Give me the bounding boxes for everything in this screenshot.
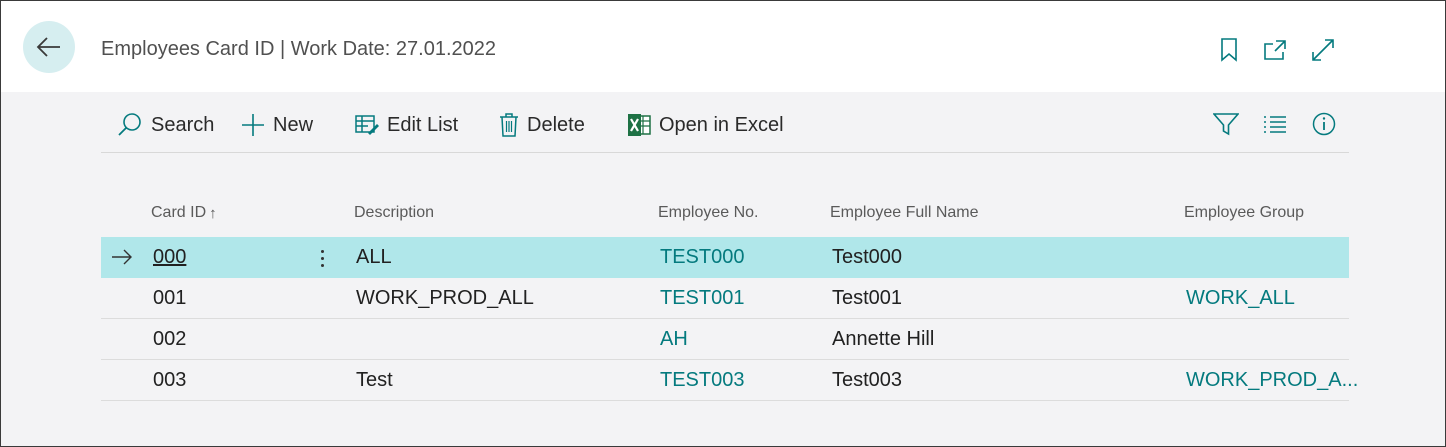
cell-employee-no[interactable]: AH [660,319,688,360]
plus-icon [242,114,264,136]
cell-employee-group[interactable]: WORK_ALL [1186,278,1295,319]
page-header: Employees Card ID | Work Date: 27.01.202… [1,1,1445,92]
back-arrow-icon [36,37,60,57]
expand-button[interactable] [1311,37,1335,63]
table-row[interactable]: 000 ALL TEST000 Test000 [101,237,1349,278]
search-icon [118,113,141,136]
open-in-excel-label: Open in Excel [659,113,784,136]
cell-employee-no[interactable]: TEST000 [660,237,744,278]
open-in-excel-action[interactable]: Open in Excel [627,110,784,140]
more-vertical-icon[interactable] [311,246,333,270]
cell-card-id[interactable]: 000 [153,237,186,278]
cell-employee-full-name: Test000 [832,246,903,268]
info-icon [1312,112,1336,136]
table-row[interactable]: 001 WORK_PROD_ALL TEST001 Test001 WORK_A… [101,278,1349,319]
expand-icon [1312,39,1334,61]
cell-card-id-text: 000 [153,246,187,268]
action-bar: Search New Edit List Delete Open in Exce… [101,97,1349,153]
new-label: New [273,113,314,136]
back-button[interactable] [23,21,75,73]
table-row[interactable]: 002 AH Annette Hill [101,319,1349,360]
cell-description: ALL [356,246,392,268]
cell-card-id[interactable]: 002 [153,319,186,360]
cell-employee-full-name: Test003 [832,369,903,391]
column-header-description[interactable]: Description [354,204,434,222]
new-action[interactable]: New [241,110,313,140]
edit-list-action[interactable]: Edit List [355,110,458,140]
info-button[interactable] [1310,110,1338,138]
column-header-card-id[interactable]: Card ID ↑ [151,204,217,222]
search-label: Search [151,113,215,136]
search-action[interactable]: Search [117,110,214,140]
cell-employee-no[interactable]: TEST003 [660,360,744,401]
bookmark-icon [1221,38,1237,62]
cell-employee-full-name: Annette Hill [832,328,935,350]
filter-button[interactable] [1212,110,1240,138]
page-title: Employees Card ID | Work Date: 27.01.202… [101,38,497,60]
filter-icon [1213,113,1239,136]
cell-card-id[interactable]: 003 [153,360,186,401]
cell-employee-no[interactable]: TEST001 [660,278,744,319]
column-header-card-id-label: Card ID [151,204,207,221]
page-frame: Employees Card ID | Work Date: 27.01.202… [0,0,1446,447]
data-grid: 000 ALL TEST000 Test000 001 WORK_PROD_AL… [101,237,1358,401]
column-header-employee-no[interactable]: Employee No. [658,204,759,222]
column-header-employee-group[interactable]: Employee Group [1184,204,1304,222]
cell-description: Test [356,369,393,391]
cell-employee-group[interactable]: WORK_PROD_A... [1186,360,1358,401]
sort-ascending-icon: ↑ [209,204,217,222]
table-row[interactable]: 003 Test TEST003 Test003 WORK_PROD_A... [101,360,1358,401]
open-new-window-button[interactable] [1263,37,1287,63]
cell-card-id[interactable]: 001 [153,278,186,319]
edit-list-icon [355,115,379,135]
column-header-employee-full-name[interactable]: Employee Full Name [830,204,979,222]
excel-icon [628,114,651,136]
delete-action[interactable]: Delete [499,110,585,140]
cell-employee-full-name: Test001 [832,287,903,309]
edit-list-label: Edit List [387,113,459,136]
trash-icon [500,113,518,137]
list-view-icon [1264,116,1286,133]
open-new-window-icon [1264,40,1286,60]
list-view-button[interactable] [1261,110,1289,138]
delete-label: Delete [527,113,585,136]
row-arrow-icon [112,249,132,265]
cell-description: WORK_PROD_ALL [356,287,534,309]
bookmark-button[interactable] [1217,37,1241,63]
